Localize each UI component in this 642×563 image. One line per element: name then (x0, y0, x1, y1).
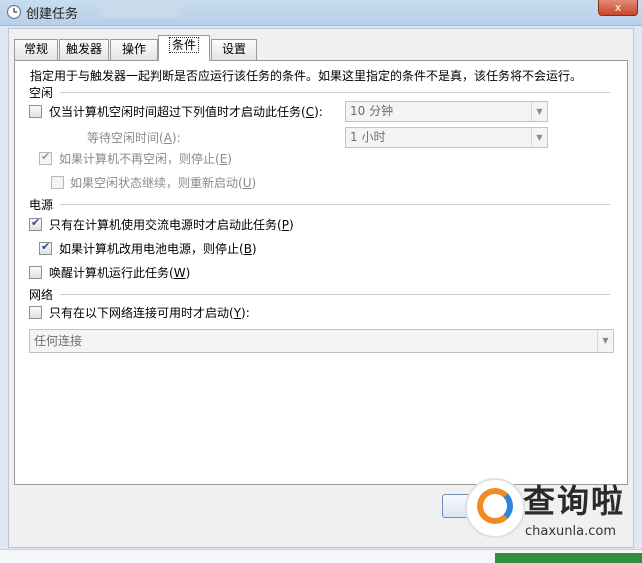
close-button[interactable]: x (598, 0, 638, 16)
ac-power-only-checkbox[interactable] (29, 216, 42, 231)
idle-section-header: 空闲 (29, 86, 54, 100)
chevron-down-icon: ▼ (597, 330, 613, 352)
wake-computer-label: 唤醒计算机运行此任务(W) (49, 266, 191, 280)
taskbar-green-block (495, 553, 642, 563)
wake-computer-checkbox[interactable] (29, 266, 42, 279)
tab-triggers[interactable]: 触发器 (59, 39, 109, 60)
stop-on-battery-label: 如果计算机改用电池电源，则停止(B) (59, 242, 257, 256)
title-bar-ghost (100, 4, 180, 18)
create-task-dialog: 常规 触发器 操作 条件 设置 指定用于与触发器一起判断是否应运行该任务的条件。… (8, 28, 634, 548)
tab-conditions[interactable]: 条件 (158, 35, 210, 61)
network-connection-select[interactable]: 任何连接 ▼ (29, 329, 614, 353)
tab-general[interactable]: 常规 (14, 39, 58, 60)
network-divider (60, 294, 610, 295)
idle-duration-select[interactable]: 10 分钟 ▼ (345, 101, 548, 122)
power-section-header: 电源 (29, 198, 54, 212)
idle-divider (60, 92, 610, 93)
network-only-checkbox[interactable] (29, 306, 42, 319)
chevron-down-icon: ▼ (531, 102, 547, 121)
tab-settings[interactable]: 设置 (211, 39, 257, 60)
start-idle-label: 仅当计算机空闲时间超过下列值时才启动此任务(C): (49, 105, 323, 119)
watermark-url: chaxunla.com (525, 524, 616, 539)
restart-if-idle-label: 如果空闲状态继续，则重新启动(U) (70, 176, 257, 190)
power-divider (60, 204, 610, 205)
restart-if-idle-checkbox[interactable] (51, 176, 64, 189)
stop-if-not-idle-label: 如果计算机不再空闲，则停止(E) (59, 152, 232, 166)
tab-actions[interactable]: 操作 (110, 39, 158, 60)
search-icon (477, 488, 513, 524)
conditions-description: 指定用于与触发器一起判断是否应运行该任务的条件。如果这里指定的条件不是真，该任务… (30, 69, 583, 83)
task-clock-icon (6, 4, 22, 20)
network-only-label: 只有在以下网络连接可用时才启动(Y): (49, 306, 250, 320)
network-section-header: 网络 (29, 288, 54, 302)
watermark-logo: 查询啦 chaxunla.com (465, 472, 635, 547)
title-bar: 创建任务 x (0, 0, 642, 26)
watermark-name: 查询啦 (523, 482, 626, 520)
ac-power-only-label: 只有在计算机使用交流电源时才启动此任务(P) (49, 218, 294, 232)
stop-if-not-idle-checkbox[interactable] (39, 150, 52, 165)
start-idle-checkbox[interactable] (29, 105, 42, 118)
conditions-panel: 指定用于与触发器一起判断是否应运行该任务的条件。如果这里指定的条件不是真，该任务… (14, 60, 628, 485)
window-title: 创建任务 (26, 7, 79, 22)
wait-idle-label: 等待空闲时间(A): (87, 131, 181, 145)
chevron-down-icon: ▼ (531, 128, 547, 147)
wait-idle-select[interactable]: 1 小时 ▼ (345, 127, 548, 148)
stop-on-battery-checkbox[interactable] (39, 240, 52, 255)
